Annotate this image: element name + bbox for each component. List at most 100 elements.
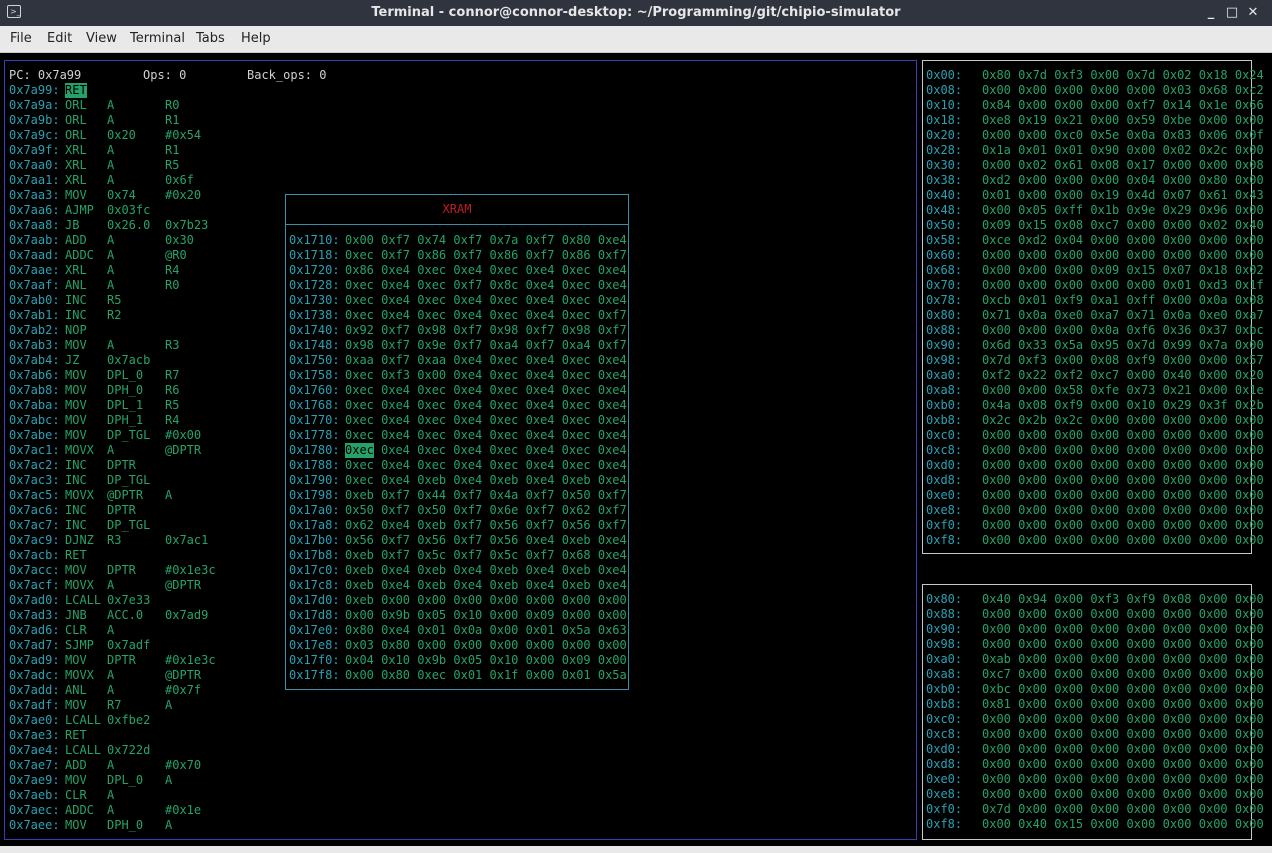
disasm-field: JNB xyxy=(65,608,87,622)
disasm-address: 0x7adf: xyxy=(9,698,60,712)
dump-address: 0xa0: xyxy=(926,652,963,666)
dump-address: 0xd0: xyxy=(926,458,963,472)
dump-address: 0x17e0: xyxy=(289,623,340,637)
disasm-field: A xyxy=(107,683,115,697)
dump-values: 0x98 0xf7 0x9e 0xf7 0xa4 0xf7 0xa4 0xf7 xyxy=(345,338,627,352)
disasm-address: 0x7aba: xyxy=(9,398,60,412)
dump-address: 0xd0: xyxy=(926,742,963,756)
disasm-address: 0x7ac1: xyxy=(9,443,60,457)
disasm-field: INC xyxy=(65,473,87,487)
menu-terminal[interactable]: Terminal xyxy=(130,31,185,46)
dump-address: 0xb0: xyxy=(926,682,963,696)
disasm-field: DPTR xyxy=(107,458,136,472)
dump-address: 0xc0: xyxy=(926,712,963,726)
dump-values: 0x00 0x00 0x00 0x00 0x00 0x00 0x00 0x00 xyxy=(982,443,1264,457)
dump-values: 0xce 0xd2 0x04 0x00 0x00 0x00 0x00 0x00 xyxy=(982,233,1264,247)
menu-help[interactable]: Help xyxy=(241,31,271,46)
dump-address: 0x60: xyxy=(926,248,963,262)
dump-address: 0x17f0: xyxy=(289,653,340,667)
dump-address: 0x18: xyxy=(926,113,963,127)
dump-address: 0x30: xyxy=(926,158,963,172)
dump-values: 0x00 0x00 0x00 0x00 0x00 0x00 0x00 0x00 xyxy=(982,772,1264,786)
dump-values: 0x00 0x02 0x61 0x08 0x17 0x00 0x00 0x08 xyxy=(982,158,1264,172)
disasm-field: MOV xyxy=(65,773,87,787)
disasm-field: RET xyxy=(65,728,87,742)
disasm-field: #0x54 xyxy=(165,128,202,142)
disasm-field: A xyxy=(107,788,115,802)
dump-values: 0xeb 0xe4 0xeb 0xe4 0xeb 0xe4 0xeb 0xe4 xyxy=(345,578,627,592)
dump-address: 0xa8: xyxy=(926,383,963,397)
dump-address: 0x28: xyxy=(926,143,963,157)
dump-values: 0x00 0x00 0x00 0x00 0x00 0x00 0x00 0x00 xyxy=(982,458,1264,472)
disasm-field: A xyxy=(107,158,115,172)
disasm-field: MOV xyxy=(65,398,87,412)
disasm-field: DPTR xyxy=(107,503,136,517)
dump-values: 0x09 0x15 0x08 0xc7 0x00 0x00 0x02 0x40 xyxy=(982,218,1264,232)
disasm-field: INC xyxy=(65,458,87,472)
disasm-field: A xyxy=(107,248,115,262)
disasm-field: A xyxy=(165,773,173,787)
dump-values: 0xeb 0xf7 0x44 0xf7 0x4a 0xf7 0x50 0xf7 xyxy=(345,488,627,502)
dump-address: 0x1740: xyxy=(289,323,340,337)
disasm-field: R1 xyxy=(165,113,180,127)
dump-address: 0x17f8: xyxy=(289,668,340,682)
disasm-address: 0x7abc: xyxy=(9,413,60,427)
dump-values: 0x00 0x00 0x00 0x00 0x00 0x00 0x00 0x00 xyxy=(982,757,1264,771)
dump-values: 0x81 0x00 0x00 0x00 0x00 0x00 0x00 0x00 xyxy=(982,697,1264,711)
dump-address: 0x88: xyxy=(926,607,963,621)
disasm-field: A xyxy=(107,263,115,277)
dump-address: 0xe0: xyxy=(926,488,963,502)
disasm-field: 0x03fc xyxy=(107,203,151,217)
disasm-address: 0x7ac2: xyxy=(9,458,60,472)
dump-values: 0xec 0xe4 0xec 0xf7 0x8c 0xe4 0xec 0xe4 xyxy=(345,278,627,292)
terminal-area[interactable]: PC: 0x7a99 Ops: 0 Back_ops: 0 0x7a99: RET… xyxy=(0,53,1272,853)
disasm-field: INC xyxy=(65,308,87,322)
dump-values: 0x00 0x00 0xc0 0x5e 0x0a 0x83 0x06 0x0f xyxy=(982,128,1264,142)
disasm-address: 0x7ab6: xyxy=(9,368,60,382)
dump-values: 0xc7 0x00 0x00 0x00 0x00 0x00 0x00 0x00 xyxy=(982,667,1264,681)
dump-values: 0x00 0x00 0x00 0x00 0x00 0x00 0x00 0x00 xyxy=(982,742,1264,756)
dump-values: 0x04 0x10 0x9b 0x05 0x10 0x00 0x09 0x00 xyxy=(345,653,627,667)
disasm-field: AJMP xyxy=(65,203,94,217)
disasm-address: 0x7adc: xyxy=(9,668,60,682)
disasm-field: A xyxy=(165,818,173,832)
minimize-button[interactable]: _ xyxy=(1202,4,1220,22)
dump-address: 0xf8: xyxy=(926,533,963,547)
dump-values: 0x00 0x00 0x00 0x00 0x00 0x00 0x00 0x00 xyxy=(982,518,1264,532)
dump-address: 0x98: xyxy=(926,637,963,651)
disasm-field: ACC.0 xyxy=(107,608,144,622)
menu-file[interactable]: File xyxy=(10,31,32,46)
dump-address: 0xc8: xyxy=(926,443,963,457)
menu-view[interactable]: View xyxy=(86,31,117,46)
iram-panel: 0x00: 0x80 0x7d 0xf3 0x00 0x7d 0x02 0x18 … xyxy=(922,60,1264,554)
disasm-field: A xyxy=(107,758,115,772)
dump-values: 0x6d 0x33 0x5a 0x95 0x7d 0x99 0x7a 0x00 xyxy=(982,338,1264,352)
dump-address: 0x17c8: xyxy=(289,578,340,592)
disasm-field: RET xyxy=(65,548,87,562)
close-button[interactable]: ✕ xyxy=(1244,4,1262,22)
dump-address: 0x78: xyxy=(926,293,963,307)
disasm-field: ANL xyxy=(65,683,87,697)
disasm-field: R4 xyxy=(165,413,180,427)
disasm-address: 0x7ae9: xyxy=(9,773,60,787)
disasm-field: INC xyxy=(65,503,87,517)
xram-title: XRAM xyxy=(442,202,472,216)
disasm-field: DJNZ xyxy=(65,533,94,547)
xram-cursor-cell[interactable]: 0xec xyxy=(345,443,374,458)
menu-edit[interactable]: Edit xyxy=(47,31,72,46)
disasm-field: NOP xyxy=(65,323,87,337)
disasm-field: A xyxy=(107,98,115,112)
window-bottom-edge xyxy=(0,846,1272,853)
disasm-address: 0x7aae: xyxy=(9,263,60,277)
disasm-field: A xyxy=(165,488,173,502)
window-titlebar[interactable]: >_ Terminal - connor@connor-desktop: ~/P… xyxy=(0,0,1272,26)
dump-address: 0x90: xyxy=(926,622,963,636)
disasm-field: R6 xyxy=(165,383,180,397)
dump-values: 0x84 0x00 0x00 0x00 0xf7 0x14 0x1e 0x66 xyxy=(982,98,1264,112)
maximize-button[interactable]: □ xyxy=(1223,4,1241,22)
dump-values: 0x00 0x00 0x00 0x00 0x00 0x00 0x00 0x00 xyxy=(982,622,1264,636)
disasm-address: 0x7ae4: xyxy=(9,743,60,757)
menu-tabs[interactable]: Tabs xyxy=(196,31,225,46)
disasm-field: XRL xyxy=(65,158,87,172)
dump-values: 0x00 0x00 0x00 0x09 0x15 0x07 0x18 0x02 xyxy=(982,263,1264,277)
